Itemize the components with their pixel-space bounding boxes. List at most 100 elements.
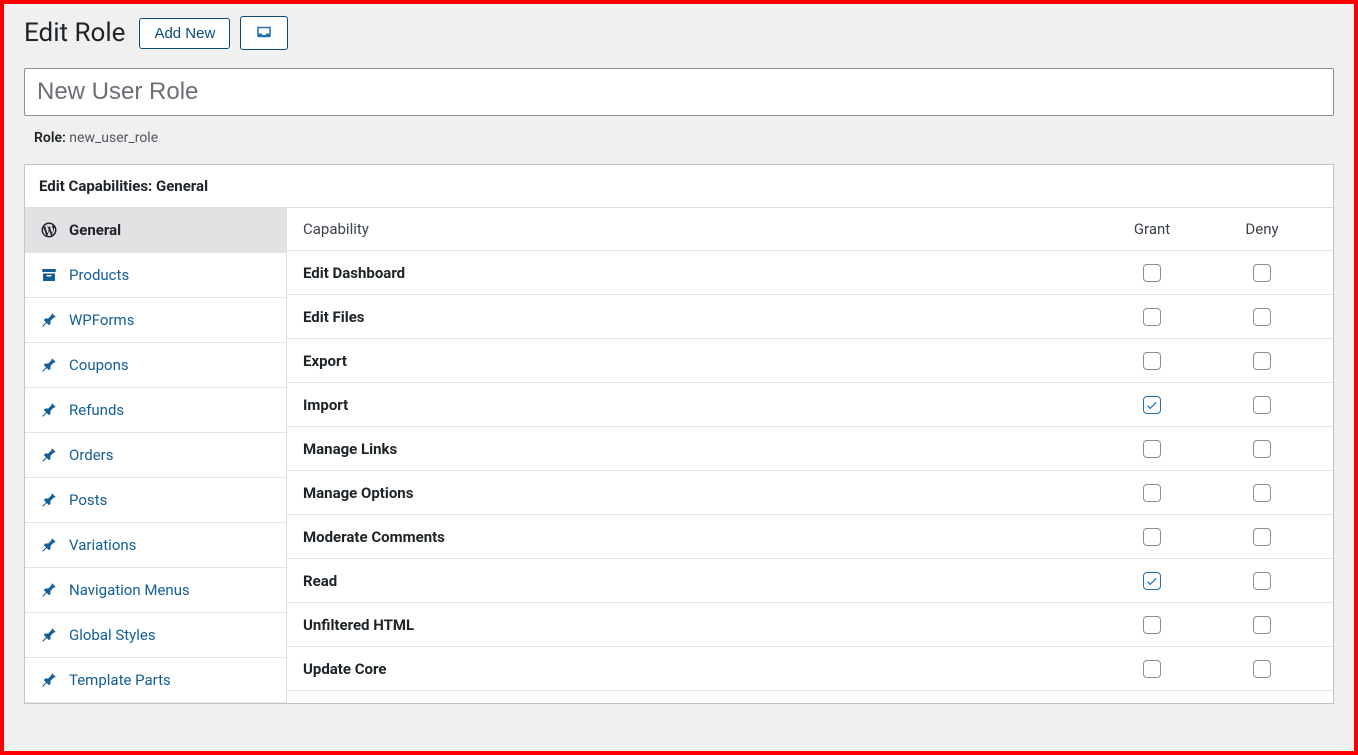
deny-checkbox[interactable] (1253, 308, 1271, 326)
deny-cell (1207, 483, 1317, 502)
deny-cell (1207, 615, 1317, 634)
capability-row: Import (287, 383, 1333, 427)
capability-label: Edit Files (303, 308, 1097, 326)
panel-body: General Products WPForms Coupons Refunds Orde… (25, 208, 1333, 703)
capability-row: Manage Options (287, 471, 1333, 515)
sidebar-item-posts[interactable]: Posts (25, 478, 286, 523)
deny-checkbox[interactable] (1253, 440, 1271, 458)
grant-checkbox[interactable] (1143, 308, 1161, 326)
pin-icon (39, 581, 59, 599)
capability-row: Update Core (287, 647, 1333, 691)
capability-row: Manage Links (287, 427, 1333, 471)
deny-checkbox[interactable] (1253, 572, 1271, 590)
grant-cell (1097, 439, 1207, 458)
sidebar-item-label: Posts (69, 491, 107, 509)
deny-cell (1207, 439, 1317, 458)
grant-cell (1097, 483, 1207, 502)
sidebar-item-orders[interactable]: Orders (25, 433, 286, 478)
capability-group-sidebar: General Products WPForms Coupons Refunds Orde… (25, 208, 287, 703)
role-slug-label: Role: (34, 130, 66, 146)
sidebar-item-refunds[interactable]: Refunds (25, 388, 286, 433)
grant-checkbox[interactable] (1143, 396, 1161, 414)
grant-cell (1097, 571, 1207, 590)
col-capability-header: Capability (303, 220, 1097, 238)
sidebar-item-label: Products (69, 266, 129, 284)
capabilities-panel: Edit Capabilities: General General Produc… (24, 164, 1334, 704)
capability-label: Export (303, 352, 1097, 370)
grant-checkbox[interactable] (1143, 616, 1161, 634)
capability-label: Moderate Comments (303, 528, 1097, 546)
pin-icon (39, 491, 59, 509)
capability-label: Import (303, 396, 1097, 414)
add-new-button[interactable]: Add New (139, 18, 230, 49)
grant-checkbox[interactable] (1143, 528, 1161, 546)
pin-icon (39, 536, 59, 554)
grant-cell (1097, 527, 1207, 546)
deny-cell (1207, 527, 1317, 546)
deny-checkbox[interactable] (1253, 528, 1271, 546)
grant-checkbox[interactable] (1143, 572, 1161, 590)
deny-cell (1207, 307, 1317, 326)
capability-row: Edit Files (287, 295, 1333, 339)
grant-cell (1097, 263, 1207, 282)
deny-checkbox[interactable] (1253, 660, 1271, 678)
capability-table: Capability Grant Deny Edit Dashboard Edit… (287, 208, 1333, 703)
deny-cell (1207, 571, 1317, 590)
wordpress-icon (39, 221, 59, 239)
deny-checkbox[interactable] (1253, 352, 1271, 370)
capability-row: Export (287, 339, 1333, 383)
sidebar-item-label: Global Styles (69, 626, 156, 644)
pin-icon (39, 671, 59, 689)
inbox-icon (253, 23, 275, 44)
sidebar-item-label: Navigation Menus (69, 581, 190, 599)
archive-icon (39, 266, 59, 284)
grant-cell (1097, 307, 1207, 326)
sidebar-item-wpforms[interactable]: WPForms (25, 298, 286, 343)
capability-label: Manage Options (303, 484, 1097, 502)
sidebar-item-variations[interactable]: Variations (25, 523, 286, 568)
capability-table-head: Capability Grant Deny (287, 208, 1333, 251)
inbox-button[interactable] (240, 16, 288, 50)
sidebar-item-coupons[interactable]: Coupons (25, 343, 286, 388)
capability-label: Read (303, 572, 1097, 590)
role-slug-value: new_user_role (69, 130, 158, 146)
sidebar-item-navigation-menus[interactable]: Navigation Menus (25, 568, 286, 613)
grant-checkbox[interactable] (1143, 660, 1161, 678)
grant-checkbox[interactable] (1143, 264, 1161, 282)
panel-heading: Edit Capabilities: General (25, 165, 1333, 208)
sidebar-item-label: WPForms (69, 311, 134, 329)
grant-checkbox[interactable] (1143, 440, 1161, 458)
grant-cell (1097, 659, 1207, 678)
grant-cell (1097, 615, 1207, 634)
role-display-name-input[interactable] (24, 68, 1334, 116)
sidebar-item-label: Orders (69, 446, 114, 464)
sidebar-item-global-styles[interactable]: Global Styles (25, 613, 286, 658)
capability-row: Moderate Comments (287, 515, 1333, 559)
sidebar-item-general[interactable]: General (25, 208, 286, 253)
pin-icon (39, 446, 59, 464)
capability-row: Read (287, 559, 1333, 603)
grant-cell (1097, 395, 1207, 414)
pin-icon (39, 356, 59, 374)
sidebar-item-label: General (69, 221, 121, 239)
capability-row: Unfiltered HTML (287, 603, 1333, 647)
deny-checkbox[interactable] (1253, 396, 1271, 414)
capability-row: Edit Dashboard (287, 251, 1333, 295)
deny-checkbox[interactable] (1253, 484, 1271, 502)
col-grant-header: Grant (1097, 220, 1207, 238)
page-header: Edit Role Add New (4, 4, 1354, 68)
deny-checkbox[interactable] (1253, 264, 1271, 282)
deny-checkbox[interactable] (1253, 616, 1271, 634)
deny-cell (1207, 351, 1317, 370)
pin-icon (39, 311, 59, 329)
page-title: Edit Role (24, 18, 125, 48)
col-deny-header: Deny (1207, 220, 1317, 238)
pin-icon (39, 401, 59, 419)
sidebar-item-label: Coupons (69, 356, 129, 374)
sidebar-item-products[interactable]: Products (25, 253, 286, 298)
sidebar-item-template-parts[interactable]: Template Parts (25, 658, 286, 703)
pin-icon (39, 626, 59, 644)
grant-checkbox[interactable] (1143, 484, 1161, 502)
capability-label: Manage Links (303, 440, 1097, 458)
grant-checkbox[interactable] (1143, 352, 1161, 370)
